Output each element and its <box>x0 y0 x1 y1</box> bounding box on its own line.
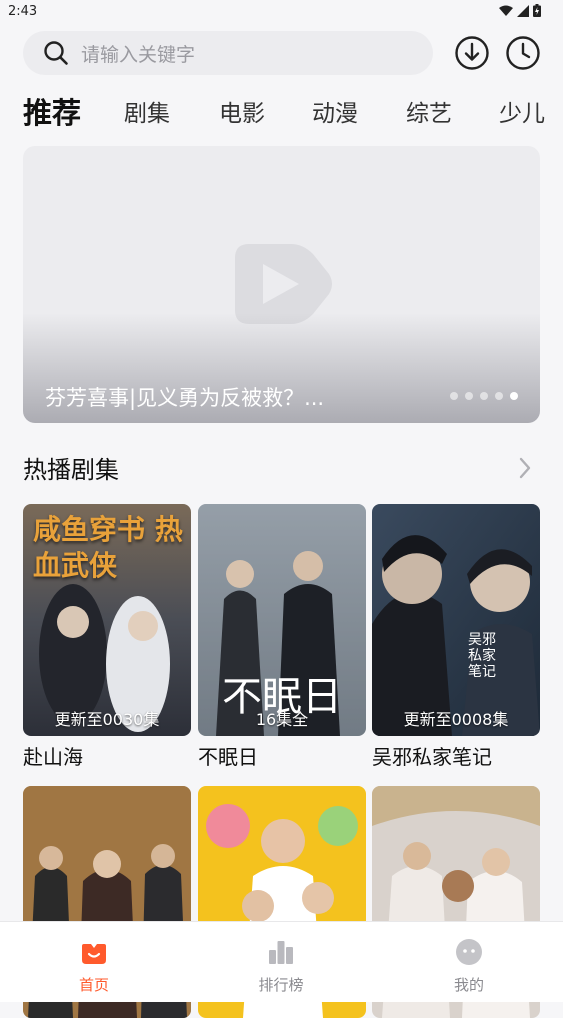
card-title[interactable]: 吴邪私家笔记 <box>372 741 492 770</box>
pagination-dot-active <box>510 392 518 400</box>
tab-kids[interactable]: 少儿 <box>499 94 545 128</box>
battery-icon <box>533 4 541 17</box>
tab-ranking[interactable]: 排行榜 <box>221 922 341 1002</box>
pagination-dot <box>465 392 473 400</box>
episode-badge: 更新至0008集 <box>403 710 509 729</box>
home-icon <box>82 944 106 964</box>
status-bar: 2:43 <box>0 0 563 24</box>
profile-icon <box>456 939 482 965</box>
drama-card[interactable]: 吴邪私家笔记 更新至0008集 <box>372 504 540 736</box>
tab-recommend[interactable]: 推荐 <box>23 90 81 132</box>
banner-carousel[interactable]: 芬芳喜事|见义勇为反被救？... <box>23 146 540 423</box>
tab-profile-label: 我的 <box>453 976 484 994</box>
tab-anime[interactable]: 动漫 <box>312 94 358 128</box>
chevron-right-icon[interactable] <box>518 456 532 480</box>
bottom-tab-bar: 首页 排行榜 我的 <box>0 921 563 1002</box>
history-icon[interactable] <box>505 35 541 71</box>
drama-card[interactable]: 不眠日 16集全 <box>198 504 366 736</box>
card-title[interactable]: 赴山海 <box>23 741 83 770</box>
tab-movies[interactable]: 电影 <box>219 94 265 128</box>
episode-badge: 16集全 <box>255 710 309 729</box>
card-title[interactable]: 不眠日 <box>198 741 258 770</box>
pagination-dot <box>480 392 488 400</box>
tab-series[interactable]: 剧集 <box>124 94 170 128</box>
search-bar[interactable]: 请输入关键字 <box>23 31 433 75</box>
search-placeholder: 请输入关键字 <box>81 43 196 66</box>
poster-image <box>372 504 540 736</box>
poster-art-text: 咸鱼穿书 热血武侠 <box>33 513 183 582</box>
status-icons <box>499 4 541 17</box>
pagination-dot <box>450 392 458 400</box>
tab-variety[interactable]: 综艺 <box>406 94 452 128</box>
tab-profile[interactable]: 我的 <box>409 922 529 1002</box>
tab-home[interactable]: 首页 <box>34 922 154 1002</box>
signal-icon <box>517 4 529 17</box>
pagination-dot <box>495 392 503 400</box>
drama-card[interactable]: 咸鱼穿书 热血武侠 更新至0030集 <box>23 504 191 736</box>
poster-art-text: 吴邪私家笔记 <box>468 632 496 680</box>
tab-home-label: 首页 <box>78 976 109 994</box>
episode-badge: 更新至0030集 <box>54 710 160 729</box>
ranking-icon <box>269 941 293 964</box>
category-tabs: 推荐 剧集 电影 动漫 综艺 少儿 <box>0 88 563 136</box>
download-icon[interactable] <box>454 35 490 71</box>
wifi-icon <box>499 5 513 16</box>
banner-pagination <box>450 392 518 400</box>
status-time: 2:43 <box>8 4 38 19</box>
search-icon <box>44 41 68 65</box>
tab-ranking-label: 排行榜 <box>258 976 304 994</box>
section-title: 热播剧集 <box>23 456 119 484</box>
banner-title: 芬芳喜事|见义勇为反被救？... <box>45 386 325 410</box>
